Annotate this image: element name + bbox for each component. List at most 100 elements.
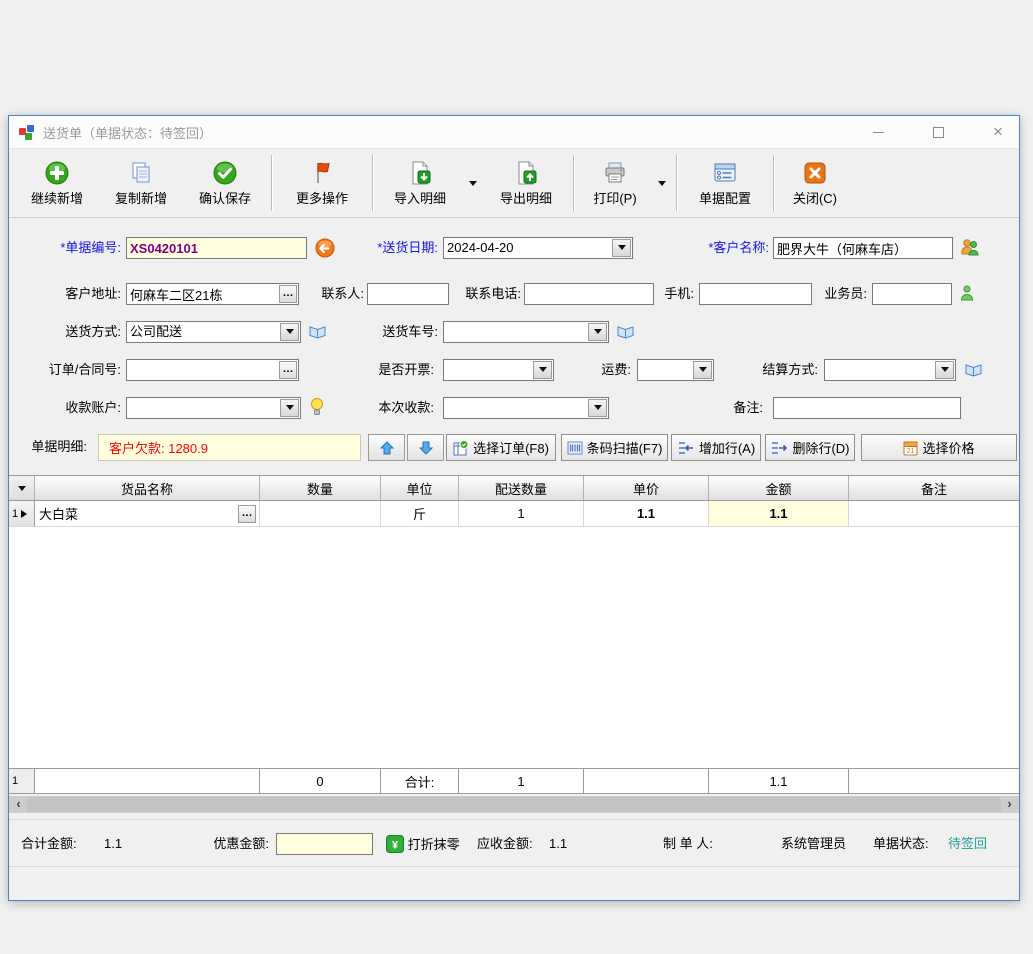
doc-config-button[interactable]: 单据配置: [681, 152, 769, 214]
scroll-right-arrow[interactable]: ›: [1001, 796, 1018, 813]
receive-account-select[interactable]: [126, 397, 301, 419]
toolbar: 继续新增 复制新增 确认保存 更多操作 导入明细 导出明细 打印(P) 单据配置…: [9, 148, 1019, 218]
chevron-down-icon[interactable]: [588, 399, 607, 417]
printer-icon: [602, 160, 628, 186]
toolbar-separator: [676, 155, 677, 211]
scroll-left-arrow[interactable]: ‹: [10, 796, 27, 813]
summary-price: [584, 769, 709, 793]
move-down-button[interactable]: [407, 434, 444, 461]
cell-remark[interactable]: [849, 501, 1019, 527]
remark-input[interactable]: [773, 397, 961, 419]
customer-address-field[interactable]: …: [126, 283, 299, 305]
toolbar-separator: [372, 155, 373, 211]
account-hint-icon: [310, 397, 324, 417]
print-button[interactable]: 打印(P): [578, 152, 652, 214]
ellipsis-button[interactable]: …: [279, 361, 297, 379]
scrollbar-thumb[interactable]: [27, 797, 1001, 812]
freight-select[interactable]: [637, 359, 714, 381]
col-header-remark: 备注: [920, 481, 947, 497]
regenerate-doc-no-button[interactable]: [315, 238, 335, 258]
settlement-lookup-button[interactable]: [964, 362, 983, 377]
ellipsis-button[interactable]: …: [279, 285, 297, 303]
detail-grid: 货品名称 数量 单位 配送数量 单价 金额 备注 1 大白菜… 斤 1 1.1 …: [9, 475, 1019, 813]
print-dropdown-arrow[interactable]: [652, 152, 672, 214]
salesman-input[interactable]: [872, 283, 952, 305]
summary-row-indicator: 1: [9, 769, 35, 793]
barcode-scan-button[interactable]: 条码扫描(F7): [561, 434, 668, 461]
grid-empty-area: [9, 527, 1019, 768]
import-detail-button[interactable]: 导入明细: [377, 152, 463, 214]
chevron-down-icon[interactable]: [280, 399, 299, 417]
delivery-method-select[interactable]: 公司配送: [126, 321, 301, 343]
minimize-button[interactable]: [871, 125, 885, 139]
vehicle-no-lookup-button[interactable]: [616, 324, 635, 339]
ellipsis-button[interactable]: …: [238, 505, 256, 523]
cell-delivery-qty[interactable]: 1: [459, 501, 584, 527]
move-up-button[interactable]: [368, 434, 405, 461]
close-window-button[interactable]: 关闭(C): [778, 152, 852, 214]
orange-back-arrow-icon: [315, 238, 335, 258]
discount-amount-label: 优惠金额:: [213, 836, 269, 851]
copy-add-button[interactable]: 复制新增: [99, 152, 183, 214]
select-price-button[interactable]: 21 选择价格: [861, 434, 1017, 461]
svg-text:21: 21: [907, 448, 915, 455]
total-amount-label: 合计金额:: [21, 836, 77, 851]
grid-filter-cell[interactable]: [9, 476, 35, 500]
receivable-amount-value: 1.1: [549, 836, 568, 851]
minimize-icon: [872, 131, 884, 133]
delivery-date-select[interactable]: 2024-04-20: [443, 237, 633, 259]
table-row[interactable]: 1 大白菜… 斤 1 1.1 1.1: [9, 501, 1019, 527]
cell-qty[interactable]: [260, 501, 381, 527]
delete-row-button[interactable]: 删除行(D): [765, 434, 855, 461]
doc-no-input[interactable]: [126, 237, 307, 259]
cell-price[interactable]: 1.1: [584, 501, 709, 527]
customer-address-input[interactable]: [127, 286, 278, 302]
order-no-input[interactable]: [127, 362, 278, 378]
cell-name[interactable]: 大白菜…: [35, 501, 260, 527]
export-detail-button[interactable]: 导出明细: [483, 152, 569, 214]
book-icon: [309, 326, 326, 339]
contact-input[interactable]: [367, 283, 449, 305]
close-square-icon: [802, 160, 828, 186]
chevron-down-icon[interactable]: [533, 361, 552, 379]
footer-bar: 合计金额: 1.1 优惠金额: ¥ 打折抹零 应收金额: 1.1 制 单 人: …: [9, 819, 1019, 867]
doc-status-value: 待签回: [948, 836, 988, 851]
horizontal-scrollbar[interactable]: ‹ ›: [9, 796, 1019, 813]
add-row-button[interactable]: 增加行(A): [671, 434, 761, 461]
grid-summary-row: 1 0 合计: 1 1.1: [9, 768, 1019, 794]
confirm-save-button[interactable]: 确认保存: [183, 152, 267, 214]
summary-amount: 1.1: [709, 769, 849, 793]
maximize-button[interactable]: [931, 125, 945, 139]
select-customer-button[interactable]: [960, 238, 980, 256]
maker-label: 制 单 人:: [663, 836, 713, 851]
more-actions-button[interactable]: 更多操作: [276, 152, 368, 214]
select-salesman-button[interactable]: [960, 285, 974, 301]
chevron-down-icon[interactable]: [693, 361, 712, 379]
close-button[interactable]: ×: [991, 123, 1005, 140]
chevron-down-icon[interactable]: [935, 361, 954, 379]
cell-unit[interactable]: 斤: [381, 501, 459, 527]
current-receipt-label: 本次收款:: [378, 400, 434, 415]
invoice-flag-select[interactable]: [443, 359, 554, 381]
cell-amount[interactable]: 1.1: [709, 501, 849, 527]
vehicle-no-select[interactable]: [443, 321, 609, 343]
order-no-field[interactable]: …: [126, 359, 299, 381]
toolbar-separator: [773, 155, 774, 211]
col-header-qty: 数量: [260, 476, 381, 500]
discount-round-button[interactable]: ¥ 打折抹零: [386, 834, 460, 856]
export-sheet-icon: [513, 160, 539, 186]
book-icon: [965, 364, 982, 377]
current-receipt-select[interactable]: [443, 397, 609, 419]
select-order-button[interactable]: 选择订单(F8): [446, 434, 556, 461]
chevron-down-icon[interactable]: [588, 323, 607, 341]
delivery-method-lookup-button[interactable]: [308, 324, 327, 339]
settlement-select[interactable]: [824, 359, 956, 381]
continue-add-button[interactable]: 继续新增: [15, 152, 99, 214]
mobile-input[interactable]: [699, 283, 812, 305]
chevron-down-icon[interactable]: [280, 323, 299, 341]
customer-name-input[interactable]: [773, 237, 953, 259]
contact-phone-input[interactable]: [524, 283, 654, 305]
discount-amount-input[interactable]: [276, 833, 373, 855]
chevron-down-icon[interactable]: [612, 239, 631, 257]
import-dropdown-arrow[interactable]: [463, 152, 483, 214]
